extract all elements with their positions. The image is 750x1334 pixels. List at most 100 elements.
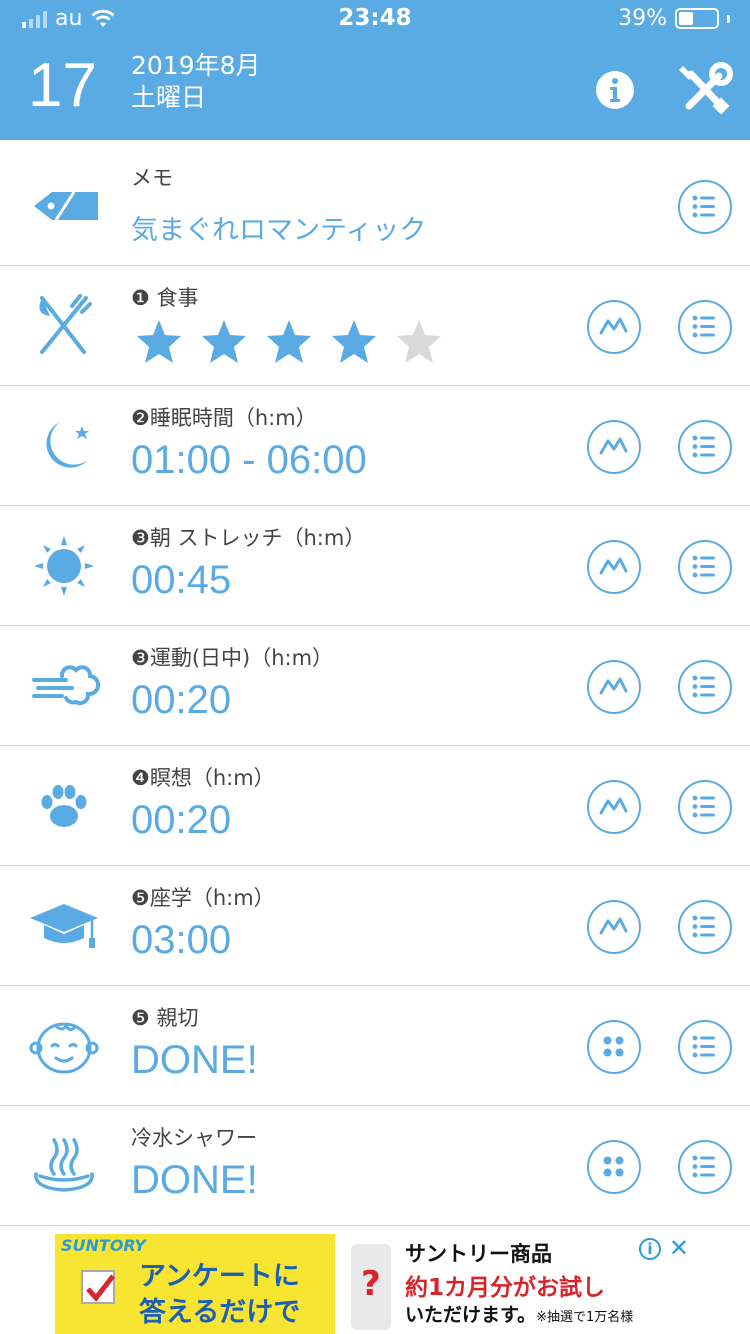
star-empty-icon[interactable] bbox=[395, 318, 443, 366]
chart-icon bbox=[599, 437, 628, 455]
list-item-meal[interactable]: ❶ 食事 bbox=[0, 266, 750, 386]
ad-banner[interactable]: SUNTORY アンケートに 答えるだけで ? サントリー商品 約1カ月分がお試… bbox=[55, 1234, 695, 1334]
wind-icon bbox=[32, 665, 100, 706]
hot-spring-icon bbox=[34, 1138, 94, 1192]
battery-percent: 39% bbox=[618, 6, 667, 31]
moon-icon bbox=[46, 422, 89, 468]
star-rating[interactable] bbox=[135, 318, 443, 366]
row-label: ❶ 食事 bbox=[131, 286, 199, 310]
list-button[interactable] bbox=[678, 300, 732, 354]
chart-button[interactable] bbox=[587, 300, 641, 354]
chart-button[interactable] bbox=[587, 420, 641, 474]
ad-headline-1: アンケートに bbox=[139, 1261, 300, 1292]
chart-icon bbox=[599, 317, 628, 335]
sun-icon bbox=[34, 536, 94, 596]
tools-icon bbox=[679, 62, 733, 115]
row-value: DONE! bbox=[131, 1038, 258, 1082]
ad-left-panel: SUNTORY アンケートに 答えるだけで bbox=[55, 1234, 335, 1334]
status-bar: au 23:48 39% bbox=[0, 0, 750, 40]
row-label: ❸運動(日中)（h:m） bbox=[131, 646, 334, 670]
chart-button[interactable] bbox=[587, 660, 641, 714]
tag-icon bbox=[34, 191, 98, 221]
list-button[interactable] bbox=[678, 1140, 732, 1194]
grid-button[interactable] bbox=[587, 1140, 641, 1194]
list-button[interactable] bbox=[678, 180, 732, 234]
chart-button[interactable] bbox=[587, 900, 641, 954]
row-label: ❺座学（h:m） bbox=[131, 886, 275, 910]
date-year-month: 2019年8月 bbox=[131, 51, 261, 80]
date-weekday: 土曜日 bbox=[131, 83, 207, 112]
ad-close-icon[interactable]: ✕ bbox=[669, 1234, 689, 1262]
list-icon bbox=[692, 555, 715, 578]
app-header: au 23:48 39% 17 2019年8月 土曜日 bbox=[0, 0, 750, 140]
list-icon bbox=[692, 315, 715, 338]
ad-text-3-main: いただけます。 bbox=[405, 1304, 537, 1326]
info-icon bbox=[596, 71, 634, 109]
ad-text-2: 約1カ月分がお試し bbox=[405, 1275, 606, 1301]
row-label: ❹瞑想（h:m） bbox=[131, 766, 275, 790]
list-button[interactable] bbox=[678, 1020, 732, 1074]
list-item-meditation[interactable]: ❹瞑想（h:m） 00:20 bbox=[0, 746, 750, 866]
baby-face-icon bbox=[29, 1022, 99, 1074]
list-item-study[interactable]: ❺座学（h:m） 03:00 bbox=[0, 866, 750, 986]
chart-button[interactable] bbox=[587, 540, 641, 594]
battery-icon bbox=[675, 8, 719, 29]
list-item-exercise[interactable]: ❸運動(日中)（h:m） 00:20 bbox=[0, 626, 750, 746]
row-label: メモ bbox=[131, 166, 173, 190]
list-icon bbox=[692, 675, 715, 698]
row-label: 冷水シャワー bbox=[131, 1126, 257, 1150]
list-icon bbox=[692, 195, 715, 218]
ad-brand: SUNTORY bbox=[61, 1236, 146, 1255]
list-icon bbox=[692, 795, 715, 818]
ad-question-mark: ? bbox=[361, 1264, 381, 1304]
list-button[interactable] bbox=[678, 660, 732, 714]
chart-button[interactable] bbox=[587, 780, 641, 834]
chart-icon bbox=[599, 917, 628, 935]
row-value: 01:00 - 06:00 bbox=[131, 438, 367, 482]
ad-headline-2: 答えるだけで bbox=[139, 1297, 301, 1328]
row-label: ❷睡眠時間（h:m） bbox=[131, 406, 317, 430]
list-button[interactable] bbox=[678, 420, 732, 474]
ad-text-3-note: ※抽選で1万名様 bbox=[536, 1310, 634, 1325]
star-filled-icon[interactable] bbox=[265, 318, 313, 366]
row-label: ❺ 親切 bbox=[131, 1006, 199, 1030]
list-icon bbox=[692, 1155, 715, 1178]
info-button[interactable] bbox=[595, 70, 635, 110]
dots-grid-icon bbox=[603, 1036, 624, 1057]
star-filled-icon[interactable] bbox=[200, 318, 248, 366]
date-day: 17 bbox=[28, 51, 97, 120]
star-filled-icon[interactable] bbox=[135, 318, 183, 366]
dots-grid-icon bbox=[603, 1156, 624, 1177]
fork-knife-icon bbox=[39, 294, 92, 354]
grid-button[interactable] bbox=[587, 1020, 641, 1074]
list-icon bbox=[692, 435, 715, 458]
row-value: 00:20 bbox=[131, 798, 232, 842]
ad-info-icon[interactable]: i bbox=[639, 1238, 661, 1260]
row-value: 00:45 bbox=[131, 558, 232, 602]
row-value: 気まぐれロマンティック bbox=[131, 215, 427, 246]
list-item-cold-shower[interactable]: 冷水シャワー DONE! bbox=[0, 1106, 750, 1226]
chart-icon bbox=[599, 677, 628, 695]
battery-indicator: 39% bbox=[618, 6, 730, 31]
row-label: ❸朝 ストレッチ（h:m） bbox=[131, 526, 366, 550]
ad-text-1: サントリー商品 bbox=[405, 1242, 552, 1266]
list-button[interactable] bbox=[678, 780, 732, 834]
row-value: 00:20 bbox=[131, 678, 232, 722]
date-details: 2019年8月 土曜日 bbox=[131, 50, 261, 114]
list-icon bbox=[692, 915, 715, 938]
star-filled-icon[interactable] bbox=[330, 318, 378, 366]
chart-icon bbox=[599, 557, 628, 575]
ad-text-3: いただけます。※抽選で1万名様 bbox=[405, 1300, 633, 1327]
list-item-memo[interactable]: メモ 気まぐれロマンティック bbox=[0, 146, 750, 266]
list-button[interactable] bbox=[678, 900, 732, 954]
checkbox-icon bbox=[81, 1270, 115, 1304]
list-item-sleep[interactable]: ❷睡眠時間（h:m） 01:00 - 06:00 bbox=[0, 386, 750, 506]
chart-icon bbox=[599, 797, 628, 815]
list-button[interactable] bbox=[678, 540, 732, 594]
list-item-stretch[interactable]: ❸朝 ストレッチ（h:m） 00:45 bbox=[0, 506, 750, 626]
paw-icon bbox=[41, 785, 87, 827]
list-item-kindness[interactable]: ❺ 親切 DONE! bbox=[0, 986, 750, 1106]
list-icon bbox=[692, 1035, 715, 1058]
row-value: DONE! bbox=[131, 1158, 258, 1202]
settings-button[interactable] bbox=[675, 60, 735, 120]
